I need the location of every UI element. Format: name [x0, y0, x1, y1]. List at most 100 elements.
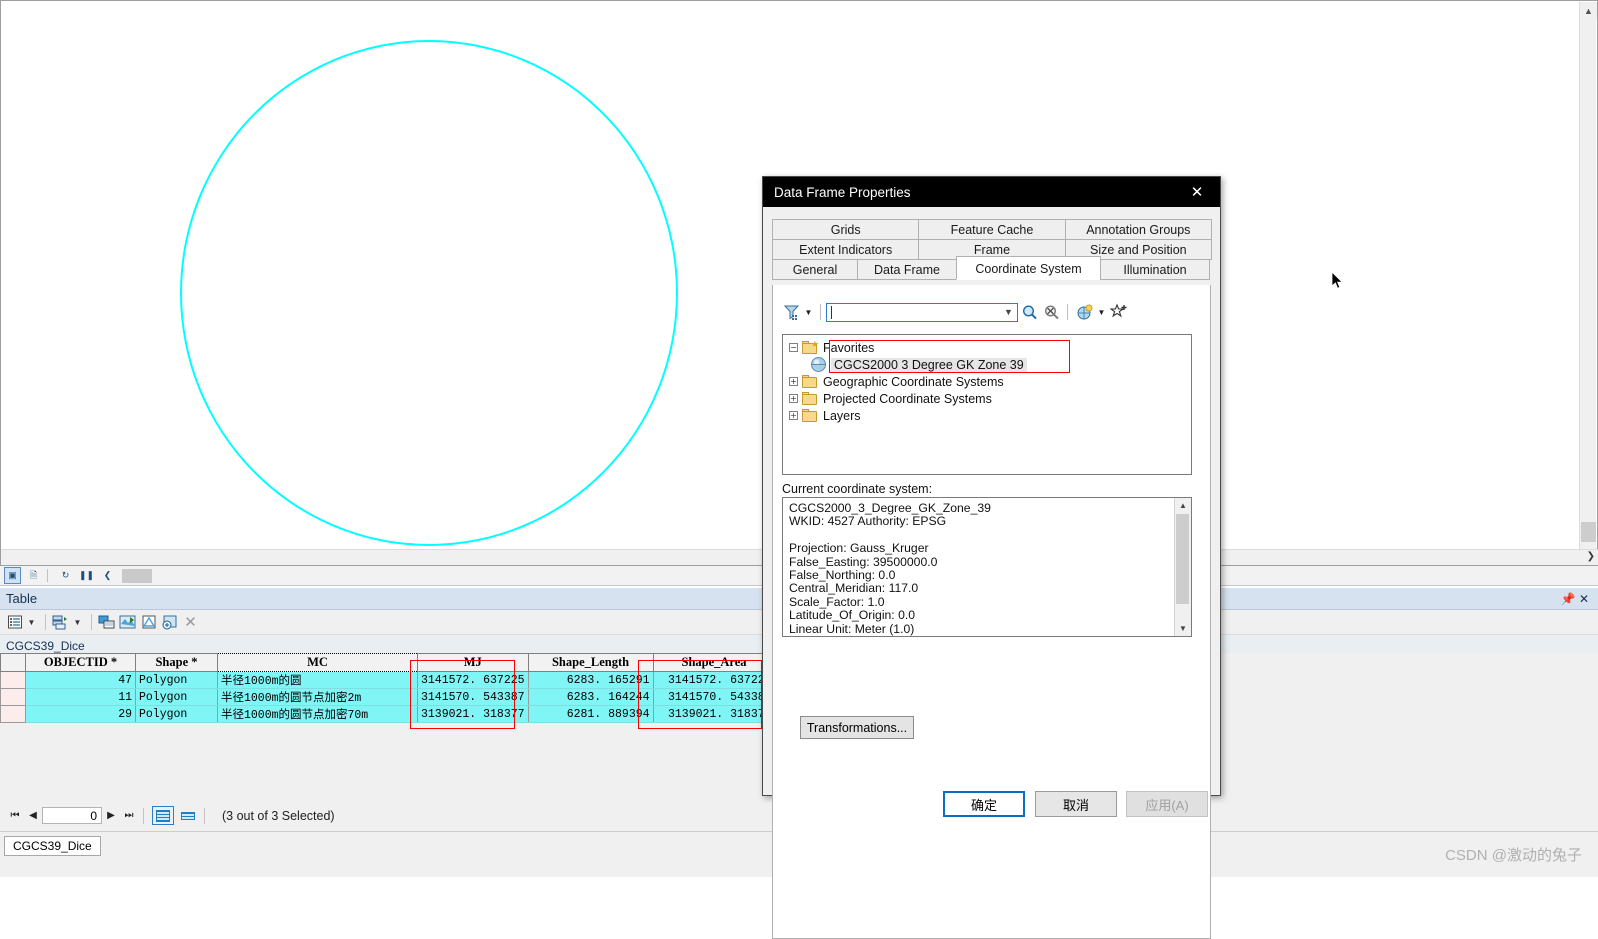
scroll-up-icon[interactable]: ▲	[1175, 498, 1191, 513]
tab-data-frame[interactable]: Data Frame	[857, 259, 957, 280]
toolbar-divider	[47, 569, 48, 582]
close-icon[interactable]: ✕	[1180, 178, 1214, 206]
chevron-down-icon[interactable]: ▼	[1000, 304, 1017, 321]
transformations-button[interactable]: Transformations...	[800, 716, 914, 739]
cell-shape-area[interactable]: 3141570. 543387	[652, 688, 776, 706]
add-to-favorites-icon[interactable]	[1108, 302, 1130, 322]
column-header-mc[interactable]: MC	[217, 653, 418, 672]
scroll-down-icon[interactable]: ▼	[1175, 621, 1191, 636]
cell-shape[interactable]: Polygon	[135, 705, 218, 723]
current-cs-scrollbar[interactable]: ▲ ▼	[1174, 498, 1191, 636]
search-icon[interactable]	[1018, 302, 1040, 322]
add-coordinate-system-caret-icon[interactable]: ▼	[1095, 302, 1108, 322]
select-by-attributes-icon[interactable]	[118, 613, 137, 632]
dialog-tab-strip[interactable]: Grids Feature Cache Annotation Groups Ex…	[772, 219, 1212, 280]
cancel-search-icon[interactable]	[1040, 302, 1062, 322]
table-row[interactable]: 11 Polygon 半径1000m的圆节点加密2m 3141570. 5433…	[0, 688, 776, 706]
cell-mj[interactable]: 3139021. 318377	[417, 705, 529, 723]
column-header-shape[interactable]: Shape *	[135, 653, 218, 672]
table-row[interactable]: 29 Polygon 半径1000m的圆节点加密70m 3139021. 318…	[0, 705, 776, 723]
dialog-titlebar[interactable]: Data Frame Properties ✕	[763, 177, 1220, 207]
cancel-button[interactable]: 取消	[1035, 791, 1117, 817]
switch-selection-icon[interactable]	[139, 613, 158, 632]
cell-shape[interactable]: Polygon	[135, 671, 218, 689]
pin-icon[interactable]: 📌	[1560, 591, 1576, 607]
tree-node-geographic-coordinate-systems[interactable]: + Geographic Coordinate Systems	[789, 373, 1191, 390]
tab-grids[interactable]: Grids	[772, 219, 920, 240]
related-tables-caret-icon[interactable]: ▼	[72, 613, 83, 631]
table-options-icon[interactable]	[5, 613, 24, 632]
show-selected-records-icon[interactable]	[177, 806, 199, 825]
cell-shape-length[interactable]: 6283. 164244	[527, 688, 654, 706]
column-header-shape-length[interactable]: Shape_Length	[527, 653, 654, 672]
related-tables-icon[interactable]	[51, 613, 70, 632]
attribute-table[interactable]: OBJECTID * Shape * MC MJ Shape_Length Sh…	[0, 653, 776, 723]
tab-coordinate-system[interactable]: Coordinate System	[956, 256, 1101, 280]
cell-mc[interactable]: 半径1000m的圆节点加密70m	[217, 705, 418, 723]
cell-objectid[interactable]: 47	[25, 671, 136, 689]
filter-icon[interactable]	[782, 302, 802, 322]
pause-icon[interactable]: ❚❚	[78, 567, 95, 584]
expand-expander-icon[interactable]: +	[789, 394, 798, 403]
table-layer-name[interactable]: CGCS39_Dice	[6, 639, 85, 653]
cell-mj[interactable]: 3141572. 637225	[417, 671, 529, 689]
coordinate-system-toolbar[interactable]: ▼ ▼ ▼	[782, 301, 1202, 323]
previous-record-icon[interactable]: ◀	[24, 807, 42, 825]
record-number-input[interactable]: 0	[42, 807, 102, 824]
table-options-caret-icon[interactable]: ▼	[26, 613, 37, 631]
tree-node-layers[interactable]: + Layers	[789, 407, 1191, 424]
filter-caret-icon[interactable]: ▼	[802, 302, 815, 322]
cell-objectid[interactable]: 11	[25, 688, 136, 706]
next-record-icon[interactable]: ▶	[102, 807, 120, 825]
cell-shape-area[interactable]: 3139021. 318377	[652, 705, 776, 723]
row-selector[interactable]	[0, 705, 26, 723]
scroll-up-icon[interactable]: ▲	[1580, 2, 1597, 19]
map-vertical-scrollbar[interactable]: ▲ ▼	[1579, 2, 1597, 564]
scroll-thumb[interactable]	[1581, 522, 1596, 542]
collapse-icon[interactable]: ❮	[99, 567, 116, 584]
cell-mj[interactable]: 3141570. 543387	[417, 688, 529, 706]
scroll-right-icon[interactable]: ❯	[1587, 551, 1595, 562]
tab-general[interactable]: General	[772, 259, 858, 280]
search-input[interactable]: ▼	[826, 302, 1018, 322]
zoom-to-selected-icon[interactable]	[160, 613, 179, 632]
refresh-icon[interactable]: ↻	[57, 567, 74, 584]
column-header-mj[interactable]: MJ	[417, 653, 529, 672]
cell-shape-length[interactable]: 6283. 165291	[527, 671, 654, 689]
tree-node-projected-coordinate-systems[interactable]: + Projected Coordinate Systems	[789, 390, 1191, 407]
close-icon[interactable]: ✕	[1576, 591, 1592, 607]
apply-button[interactable]: 应用(A)	[1126, 791, 1208, 817]
table-row[interactable]: 47 Polygon 半径1000m的圆 3141572. 637225 628…	[0, 671, 776, 689]
join-relate-icon[interactable]	[97, 613, 116, 632]
list-by-source-icon[interactable]: 🗎	[25, 567, 42, 584]
data-frame-properties-dialog[interactable]: Data Frame Properties ✕ Grids Feature Ca…	[762, 176, 1221, 939]
tab-annotation-groups[interactable]: Annotation Groups	[1064, 219, 1212, 240]
cell-mc[interactable]: 半径1000m的圆	[217, 671, 418, 689]
column-header-objectid[interactable]: OBJECTID *	[25, 653, 136, 672]
show-all-records-icon[interactable]	[152, 806, 174, 825]
delete-icon[interactable]: ✕	[181, 613, 200, 632]
current-coordinate-system-box[interactable]: CGCS2000_3_Degree_GK_Zone_39 WKID: 4527 …	[782, 497, 1192, 637]
bottom-layer-tab[interactable]: CGCS39_Dice	[4, 836, 101, 856]
watermark-text: CSDN @激动的兔子	[1445, 847, 1582, 864]
add-coordinate-system-icon[interactable]	[1073, 302, 1095, 322]
ok-button[interactable]: 确定	[943, 791, 1025, 817]
cell-objectid[interactable]: 29	[25, 705, 136, 723]
collapse-expander-icon[interactable]: −	[789, 343, 798, 352]
expand-expander-icon[interactable]: +	[789, 377, 798, 386]
cell-shape-length[interactable]: 6281. 889394	[527, 705, 654, 723]
expand-expander-icon[interactable]: +	[789, 411, 798, 420]
tab-illumination[interactable]: Illumination	[1100, 259, 1210, 280]
cell-mc[interactable]: 半径1000m的圆节点加密2m	[217, 688, 418, 706]
tab-extent-indicators[interactable]: Extent Indicators	[772, 239, 920, 260]
row-selector[interactable]	[0, 671, 26, 689]
tab-feature-cache[interactable]: Feature Cache	[918, 219, 1066, 240]
last-record-icon[interactable]: ⏭	[120, 807, 138, 825]
row-selector[interactable]	[0, 688, 26, 706]
cell-shape[interactable]: Polygon	[135, 688, 218, 706]
first-record-icon[interactable]: ⏮	[6, 807, 24, 825]
column-header-shape-area[interactable]: Shape_Area	[652, 653, 776, 672]
cell-shape-area[interactable]: 3141572. 637225	[652, 671, 776, 689]
list-by-drawing-order-icon[interactable]: ▣	[4, 567, 21, 584]
scroll-thumb[interactable]	[1176, 514, 1189, 604]
